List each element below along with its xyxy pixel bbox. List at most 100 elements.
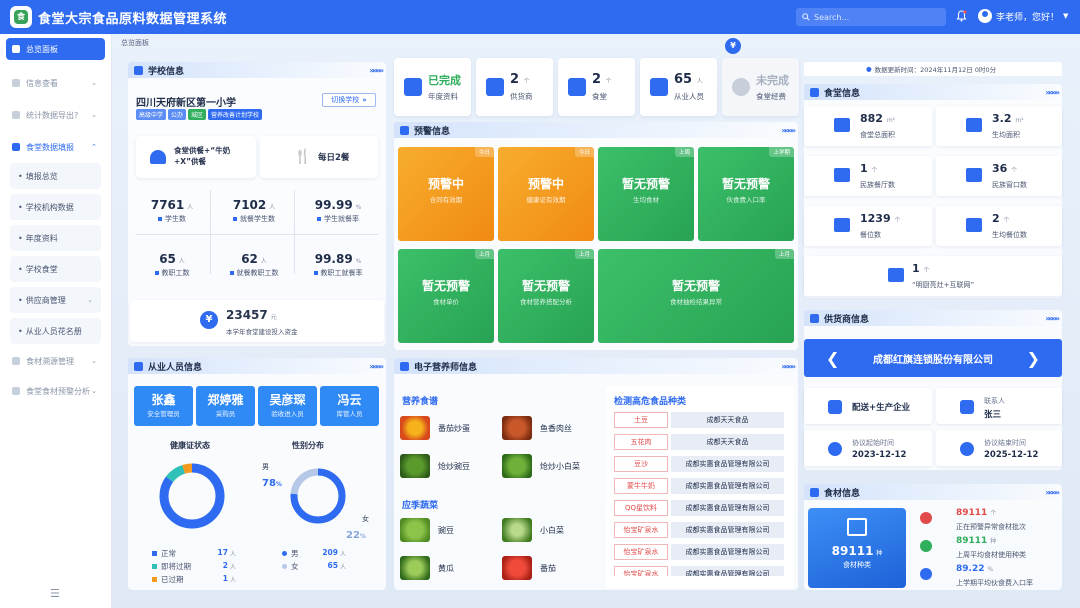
chevron-right-icon[interactable]: ❯ <box>1027 349 1040 368</box>
warning-card[interactable]: 今日 预警中 健康证有效期 <box>498 147 594 241</box>
sidebar-item-info[interactable]: 信息查看 ⌄ <box>6 72 105 94</box>
stat-label: 餐位数 <box>860 231 881 239</box>
ingredient-unit: 种 <box>990 538 997 545</box>
veg-item[interactable]: 黄瓜 <box>400 556 454 580</box>
hot-food-row[interactable]: 蒙牛牛奶 成都实惠食品管理有限公司 <box>614 478 784 495</box>
bell-icon[interactable] <box>956 10 967 25</box>
chevrons-icon: »»»» <box>781 362 796 371</box>
legend-label: 正常 <box>161 549 176 558</box>
hot-food-row[interactable]: 怡宝矿泉水 成都实惠食品管理有限公司 <box>614 566 784 576</box>
legend-unit: 人 <box>339 564 346 571</box>
veg-item[interactable]: 番茄 <box>502 556 556 580</box>
kpi-annual[interactable]: 已完成 年度资料 <box>394 58 471 116</box>
pct-unit: % <box>275 481 282 488</box>
window-icon <box>966 168 982 182</box>
sidebar-subitem[interactable]: • 从业人员花名册 <box>10 318 101 344</box>
sidebar-item-trace[interactable]: 食材溯源管理 ⌄ <box>6 350 105 372</box>
hot-food-row[interactable]: 土豆 成都天天食品 <box>614 412 784 429</box>
sidebar-subitem[interactable]: • 年度资料 <box>10 225 101 251</box>
kpi-value: 2 <box>510 72 520 87</box>
chevron-down-icon: ⌄ <box>87 296 93 304</box>
staff-chip[interactable]: 张鑫 安全管理员 <box>134 386 193 426</box>
fork-knife-icon: 🍴 <box>294 149 312 165</box>
legend-dot <box>282 551 287 556</box>
dish-photo <box>502 416 532 440</box>
stat-label: 民族窗口数 <box>992 181 1027 189</box>
supplier-type-value: 配送+生产企业 <box>852 403 911 413</box>
kpi-suppliers[interactable]: 2 个供货商 <box>476 58 553 116</box>
sidebar-subitem[interactable]: • 填报总览 <box>10 163 101 189</box>
recipe-item[interactable]: 炝炒豌豆 <box>400 454 470 478</box>
start-label: 协议起始时间 <box>852 439 894 447</box>
supplier-panel: 供货商信息 »»»» ❮ 成都红旗连锁股份有限公司 ❯ 配送+生产企业 联系人 张三… <box>804 310 1062 470</box>
warning-sub: 食材营养搭配分析 <box>520 298 572 306</box>
kpi-funds[interactable]: 未完成 食堂经费 <box>722 58 799 116</box>
chevron-down-icon: ▼ <box>1063 12 1069 20</box>
stat-label: 食堂总面积 <box>860 131 895 139</box>
panel-title: 电子营养师信息 <box>414 362 478 373</box>
recipe-name: 炝炒豌豆 <box>438 461 470 471</box>
search-input[interactable]: Search... <box>796 8 946 26</box>
staff-chip[interactable]: 郑婷雅 采购员 <box>196 386 255 426</box>
panel-header: 食堂信息 »»»» <box>804 84 1062 100</box>
warning-title: 预警中 <box>527 177 564 191</box>
warning-card[interactable]: 上学期 暂无预警 伙食费入口率 <box>698 147 794 241</box>
chevron-left-icon[interactable]: ❮ <box>826 349 839 368</box>
legend-dot <box>152 551 157 556</box>
gender-female-pct: 22% <box>346 530 366 541</box>
sidebar-item-report[interactable]: 食堂数据填报 ⌃ <box>6 136 105 158</box>
hot-food-row[interactable]: 豆沙 成都实惠食品管理有限公司 <box>614 456 784 473</box>
hot-food-row[interactable]: 怡宝矿泉水 成都实惠食品管理有限公司 <box>614 522 784 539</box>
staff-chip[interactable]: 吴彦琛 验收进入员 <box>258 386 317 426</box>
stat-label: 就餐教职工数 <box>214 268 294 278</box>
sidebar-item-label: 食堂数据填报 <box>26 142 74 152</box>
warning-card[interactable]: 上月 暂无预警 食材营养搭配分析 <box>498 249 594 343</box>
hot-food-row[interactable]: 五花肉 成都天天食品 <box>614 434 784 451</box>
sidebar-item-export[interactable]: 统计数据导出? ⌄ <box>6 104 105 126</box>
warning-card[interactable]: 上月 暂无预警 食材抽检结果异常 <box>598 249 794 343</box>
recipe-item[interactable]: 炝炒小白菜 <box>502 454 580 478</box>
warning-title: 暂无预警 <box>721 177 770 191</box>
veg-item[interactable]: 豌豆 <box>400 518 454 542</box>
divider <box>294 190 295 274</box>
sidebar-subitem[interactable]: • 学校机构数据 <box>10 194 101 220</box>
ingredient-total: 89111 <box>831 544 874 558</box>
warning-card[interactable]: 上月 暂无预警 食材单价 <box>398 249 494 343</box>
warning-card[interactable]: 今日 预警中 合同有效期 <box>398 147 494 241</box>
sidebar-subitem[interactable]: • 供应商管理 ⌄ <box>10 287 101 313</box>
start-value: 2023-12-12 <box>852 450 907 460</box>
stat-dining-students: 7102 人就餐学生数 <box>214 198 294 224</box>
sidebar-subitem[interactable]: • 学校食堂 <box>10 256 101 282</box>
legend-dot <box>152 577 157 582</box>
hot-food-row[interactable]: 怡宝矿泉水 成都实惠食品管理有限公司 <box>614 544 784 561</box>
switch-label: 切换学校 <box>331 96 360 104</box>
document-icon <box>404 78 422 96</box>
switch-school-button[interactable]: 切换学校» <box>322 93 376 107</box>
panel-title: 食堂信息 <box>824 88 861 99</box>
kpi-staff[interactable]: 65 人从业人员 <box>640 58 717 116</box>
hot-food-org: 成都天天食品 <box>671 412 784 428</box>
sidebar-item-overview[interactable]: 总览面板 <box>6 38 105 60</box>
chevrons-icon: »»»» <box>1045 314 1060 323</box>
dish-photo <box>400 454 430 478</box>
stat-value: 7761 <box>150 198 185 212</box>
panel-header: 食材信息 »»»» <box>804 484 1062 500</box>
veg-item[interactable]: 小白菜 <box>502 518 564 542</box>
canteen-panel: 食堂信息»»»» 882 m² 食堂总面积 3.2 m² 生均面积 1 个民族餐厅数… <box>804 84 1062 298</box>
sidebar-item-label: 信息查看 <box>26 78 58 88</box>
dish-photo <box>502 454 532 478</box>
clock-icon <box>828 442 842 456</box>
legend-value: 209 <box>322 548 338 557</box>
menu-collapse-icon[interactable]: ☰ <box>50 587 60 600</box>
hot-food-row[interactable]: QQ星饮料 成都实惠食品管理有限公司 <box>614 500 784 517</box>
staff-chip[interactable]: 冯云 库管人员 <box>320 386 379 426</box>
sidebar-item-alert[interactable]: 食堂食材预警分析 ⌄ <box>6 380 105 402</box>
stat-label: 就餐学生数 <box>214 214 294 224</box>
stat-label: “明厨亮灶+互联网” <box>912 281 975 289</box>
recipe-item[interactable]: 番茄炒蛋 <box>400 416 470 440</box>
recipe-item[interactable]: 鱼香肉丝 <box>502 416 572 440</box>
kpi-canteens[interactable]: 2 个食堂 <box>558 58 635 116</box>
supplier-contact: 联系人 张三 <box>936 388 1062 424</box>
warning-card[interactable]: 上周 暂无预警 生均食材 <box>598 147 694 241</box>
user-menu[interactable]: 李老师，您好！ ▼ <box>978 9 1068 23</box>
